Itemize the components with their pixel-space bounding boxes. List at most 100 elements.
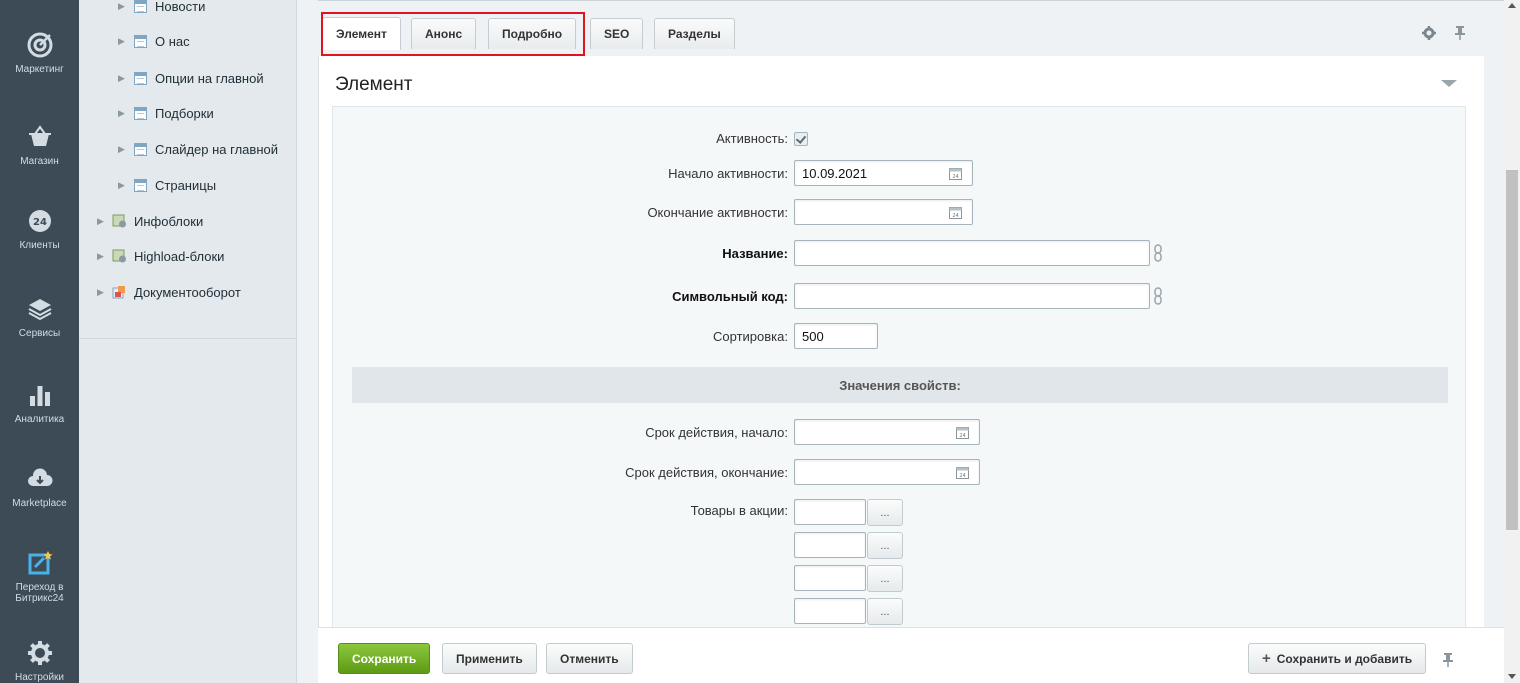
scrollbar-thumb[interactable] <box>1506 170 1518 530</box>
target-icon <box>27 32 52 58</box>
basket-icon <box>28 125 51 146</box>
tree-item-workflow[interactable]: ▶ Документооборот <box>97 282 241 302</box>
product-input[interactable] <box>794 499 866 525</box>
product-select-button[interactable]: ... <box>867 532 903 559</box>
left-navigation: Маркетинг Магазин 24 Клиенты Сервисы Ана… <box>0 0 79 683</box>
page-icon <box>134 106 147 120</box>
sort-input[interactable]: 500 <box>794 323 878 349</box>
pin-icon[interactable] <box>1454 25 1466 41</box>
apply-button[interactable]: Применить <box>442 643 537 674</box>
product-select-button[interactable]: ... <box>867 598 903 625</box>
nav-label: Настройки <box>14 672 65 683</box>
plus-icon: + <box>1262 650 1271 667</box>
active-to-label: Окончание активности: <box>647 205 788 220</box>
scroll-down-arrow-icon[interactable] <box>1508 674 1516 679</box>
active-label: Активность: <box>716 131 788 146</box>
nav-bitrix24[interactable]: Переход в Битрикс24 <box>0 550 79 604</box>
nav-label: Marketplace <box>12 498 67 509</box>
valid-to-label: Срок действия, окончание: <box>625 465 788 480</box>
product-input[interactable] <box>794 532 866 558</box>
row-sort: Сортировка: 500 <box>333 323 1467 351</box>
nav-marketplace[interactable]: Marketplace <box>0 466 79 509</box>
tree-item-label: Подборки <box>155 105 214 121</box>
nav-clients[interactable]: 24 Клиенты <box>0 208 79 251</box>
product-select-button[interactable]: ... <box>867 499 903 526</box>
settings-gear-icon[interactable] <box>1421 25 1437 41</box>
svg-text:24: 24 <box>959 433 965 439</box>
tree-item-label: О нас <box>155 33 190 49</box>
tree-item-about[interactable]: ▶ О нас <box>118 31 190 51</box>
expand-arrow-icon[interactable]: ▶ <box>118 1 130 12</box>
row-active-from: Начало активности: 10.09.2021 24 <box>333 160 1467 188</box>
expand-arrow-icon[interactable]: ▶ <box>97 216 109 227</box>
scroll-up-arrow-icon[interactable] <box>1508 3 1516 8</box>
promo-products-label: Товары в акции: <box>690 503 788 518</box>
page-icon <box>134 71 147 85</box>
tab-seo[interactable]: SEO <box>590 18 644 49</box>
tree-item-main-slider[interactable]: ▶ Слайдер на главной <box>118 139 278 159</box>
active-to-input[interactable]: 24 <box>794 199 973 225</box>
calendar-icon[interactable]: 24 <box>956 466 969 479</box>
section-title: Элемент <box>335 74 413 95</box>
active-from-input[interactable]: 10.09.2021 24 <box>794 160 973 186</box>
tree-item-label: Инфоблоки <box>134 213 204 229</box>
expand-arrow-icon[interactable]: ▶ <box>97 287 109 298</box>
save-and-add-button[interactable]: + Сохранить и добавить <box>1248 643 1427 674</box>
product-input[interactable] <box>794 598 866 624</box>
nav-analytics[interactable]: Аналитика <box>0 382 79 425</box>
expand-arrow-icon[interactable]: ▶ <box>118 180 130 191</box>
cloud-download-icon <box>27 468 52 486</box>
page-icon <box>134 178 147 192</box>
expand-arrow-icon[interactable]: ▶ <box>118 144 130 155</box>
tree-item-label: Слайдер на главной <box>155 141 278 157</box>
tree-item-news[interactable]: ▶ Новости <box>118 0 205 16</box>
code-input[interactable] <box>794 283 1150 309</box>
nav-label: Переход в Битрикс24 <box>15 582 64 604</box>
link-chain-icon[interactable] <box>1154 244 1162 262</box>
calendar-icon[interactable]: 24 <box>949 206 962 219</box>
save-button[interactable]: Сохранить <box>338 643 431 674</box>
tab-sections[interactable]: Разделы <box>654 18 735 49</box>
product-select-button[interactable]: ... <box>867 565 903 592</box>
calendar-icon[interactable]: 24 <box>949 167 962 180</box>
code-label: Символьный код: <box>672 289 788 304</box>
tabs-highlight-frame <box>321 12 585 56</box>
nav-label: Сервисы <box>18 328 61 339</box>
nav-shop[interactable]: Магазин <box>0 124 79 167</box>
highload-icon <box>112 249 126 263</box>
valid-to-input[interactable]: 24 <box>794 459 980 485</box>
collapse-arrow-icon[interactable] <box>1441 80 1457 87</box>
tree-item-highload[interactable]: ▶ Highload-блоки <box>97 246 224 266</box>
tree-item-infoblocks[interactable]: ▶ Инфоблоки <box>97 211 203 231</box>
nav-marketing[interactable]: Маркетинг <box>0 32 79 75</box>
tree-item-pages[interactable]: ▶ Страницы <box>118 175 216 195</box>
expand-arrow-icon[interactable]: ▶ <box>118 108 130 119</box>
main-content: Элемент Анонс Подробно SEO Разделы Элеме… <box>318 0 1504 683</box>
nav-services[interactable]: Сервисы <box>0 296 79 339</box>
nav-settings[interactable]: Настройки <box>0 640 79 683</box>
pin-icon[interactable] <box>1442 652 1454 668</box>
expand-arrow-icon[interactable]: ▶ <box>118 73 130 84</box>
expand-arrow-icon[interactable]: ▶ <box>97 251 109 262</box>
sort-value: 500 <box>802 328 824 344</box>
svg-text:24: 24 <box>959 473 965 479</box>
cancel-button[interactable]: Отменить <box>546 643 633 674</box>
page-scrollbar[interactable] <box>1504 0 1520 683</box>
page-icon <box>134 34 147 48</box>
product-input[interactable] <box>794 565 866 591</box>
name-input[interactable] <box>794 240 1150 266</box>
link-chain-icon[interactable] <box>1154 287 1162 305</box>
layers-icon <box>28 299 51 321</box>
save-and-add-label: Сохранить и добавить <box>1276 651 1413 666</box>
active-checkbox[interactable] <box>794 132 808 146</box>
tree-item-main-options[interactable]: ▶ Опции на главной <box>118 68 264 88</box>
active-from-value: 10.09.2021 <box>802 165 868 181</box>
valid-from-input[interactable]: 24 <box>794 419 980 445</box>
calendar-icon[interactable]: 24 <box>956 426 969 439</box>
element-form: Активность: Начало активности: 10.09.202… <box>332 106 1466 683</box>
expand-arrow-icon[interactable]: ▶ <box>118 36 130 47</box>
infoblock-icon <box>112 214 126 228</box>
tree-divider <box>79 338 297 339</box>
tree-item-collections[interactable]: ▶ Подборки <box>118 103 214 123</box>
nav-label: Клиенты <box>19 240 60 251</box>
